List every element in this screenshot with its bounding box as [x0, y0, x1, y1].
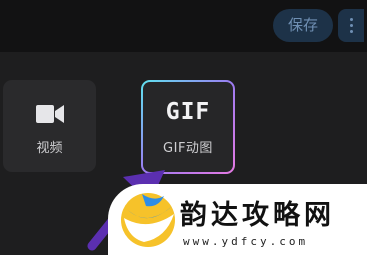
watermark-url: www.ydfcy.com — [183, 235, 309, 248]
site-logo-icon — [121, 193, 175, 247]
watermark-banner: 韵达攻略网 www.ydfcy.com — [108, 184, 367, 255]
watermark-site-name: 韵达攻略网 — [180, 200, 335, 231]
